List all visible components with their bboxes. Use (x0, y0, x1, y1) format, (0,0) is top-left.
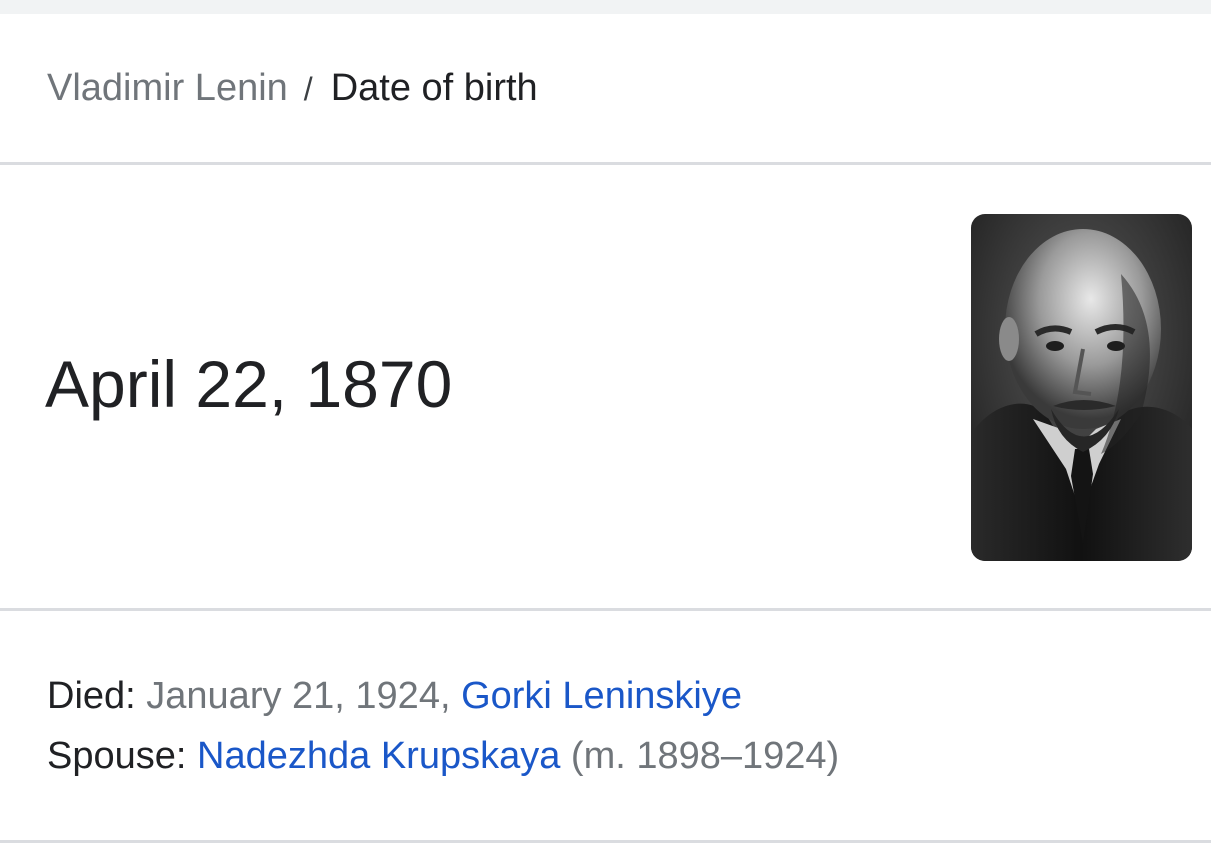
top-strip (0, 0, 1211, 14)
fact-spouse-row: Spouse: Nadezhda Krupskaya (m. 1898–1924… (47, 726, 839, 786)
breadcrumb-separator: / (303, 71, 313, 107)
breadcrumb-parent-link[interactable]: Vladimir Lenin (47, 67, 288, 109)
knowledge-card: Vladimir Lenin / Date of birth April 22, 1… (0, 14, 1211, 862)
divider (0, 162, 1211, 165)
fact-spouse-name-link[interactable]: Nadezhda Krupskaya (197, 735, 560, 777)
divider (0, 840, 1211, 843)
fact-died-row: Died: January 21, 1924, Gorki Leninskiye (47, 666, 839, 726)
fact-died-place-link[interactable]: Gorki Leninskiye (461, 675, 742, 717)
answer-value: April 22, 1870 (45, 347, 453, 421)
portrait-image[interactable] (971, 214, 1192, 561)
fact-died-date: January 21, 1924, (146, 675, 451, 717)
fact-spouse-label: Spouse: (47, 735, 187, 777)
breadcrumb: Vladimir Lenin / Date of birth (47, 64, 538, 113)
breadcrumb-current: Date of birth (330, 67, 538, 109)
fact-died-label: Died: (47, 675, 136, 717)
person-portrait-photo-icon (971, 214, 1192, 561)
divider (0, 608, 1211, 611)
facts-list: Died: January 21, 1924, Gorki Leninskiye… (47, 666, 839, 786)
fact-spouse-detail: (m. 1898–1924) (570, 735, 840, 777)
